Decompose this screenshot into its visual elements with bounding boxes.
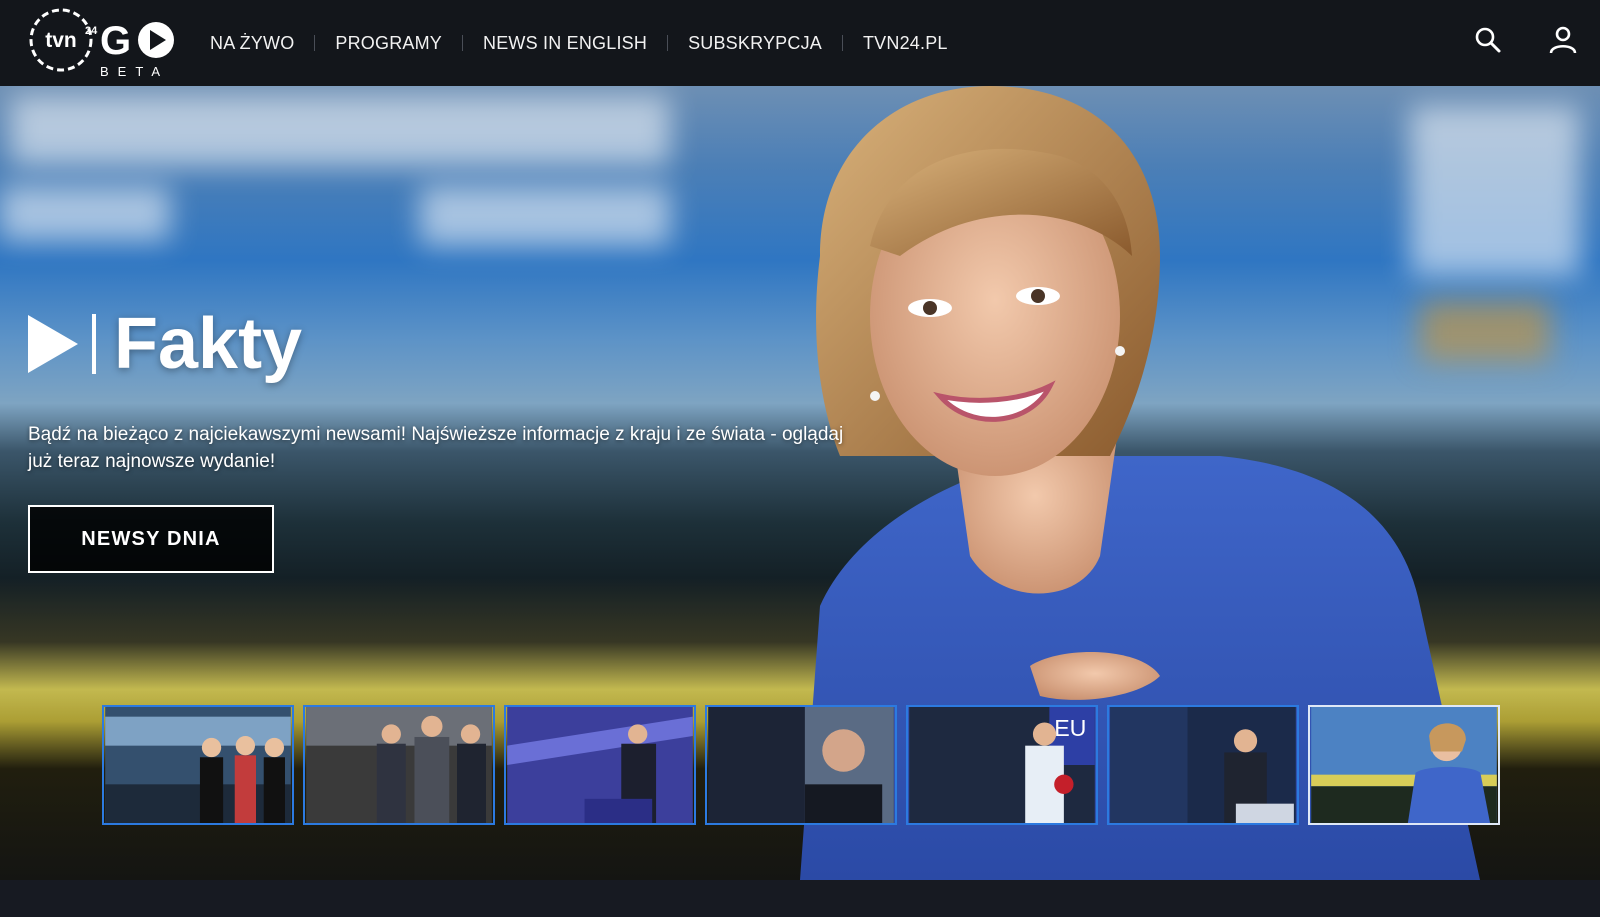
svg-text:24: 24 (85, 25, 98, 37)
bottom-strip (0, 880, 1600, 917)
tvn24-go-logo[interactable]: tvn 24 G BETA (28, 6, 180, 80)
search-icon[interactable] (1470, 22, 1506, 58)
svg-text:BETA: BETA (100, 64, 169, 79)
nav-item-programy[interactable]: PROGRAMY (335, 33, 442, 54)
studio-screen-blur (10, 96, 670, 166)
carousel-thumbnail[interactable] (1107, 705, 1299, 825)
nav-divider (667, 35, 669, 51)
svg-text:tvn: tvn (45, 29, 77, 52)
main-nav: NA ŻYWO PROGRAMY NEWS IN ENGLISH SUBSKRY… (210, 0, 948, 86)
svg-text:EU: EU (1054, 715, 1086, 741)
program-carousel: EU (102, 705, 1500, 825)
carousel-thumbnail[interactable]: EU (906, 705, 1098, 825)
carousel-thumbnail[interactable] (303, 705, 495, 825)
nav-divider (314, 35, 316, 51)
svg-text:G: G (100, 19, 131, 63)
hero-title: Fakty (114, 304, 303, 384)
carousel-thumbnail[interactable] (705, 705, 897, 825)
top-navigation-bar: tvn 24 G BETA NA ŻYWO PROGRAMY NEWS IN E… (0, 0, 1600, 86)
user-icon[interactable] (1545, 22, 1581, 58)
nav-item-subskrypcja[interactable]: SUBSKRYPCJA (688, 33, 822, 54)
studio-screen-blur (420, 186, 670, 246)
carousel-thumbnail-selected[interactable] (1308, 705, 1500, 825)
nav-item-tvn24-pl[interactable]: TVN24.PL (863, 33, 948, 54)
newsy-dnia-button[interactable]: NEWSY DNIA (28, 505, 274, 573)
nav-divider (841, 35, 843, 51)
hero-title-row: Fakty (28, 308, 302, 380)
hero-description: Bądź na bieżąco z najciekawszymi newsami… (28, 424, 844, 472)
title-divider (92, 314, 96, 374)
nav-item-news-in-english[interactable]: NEWS IN ENGLISH (483, 33, 647, 54)
hero-banner: Fakty Bądź na bieżąco z najciekawszymi n… (0, 86, 1600, 880)
carousel-thumbnail[interactable] (504, 705, 696, 825)
nav-item-na-zywo[interactable]: NA ŻYWO (210, 33, 294, 54)
nav-divider (462, 35, 464, 51)
studio-screen-blur (0, 186, 170, 241)
play-icon (28, 315, 78, 373)
carousel-thumbnail[interactable] (102, 705, 294, 825)
